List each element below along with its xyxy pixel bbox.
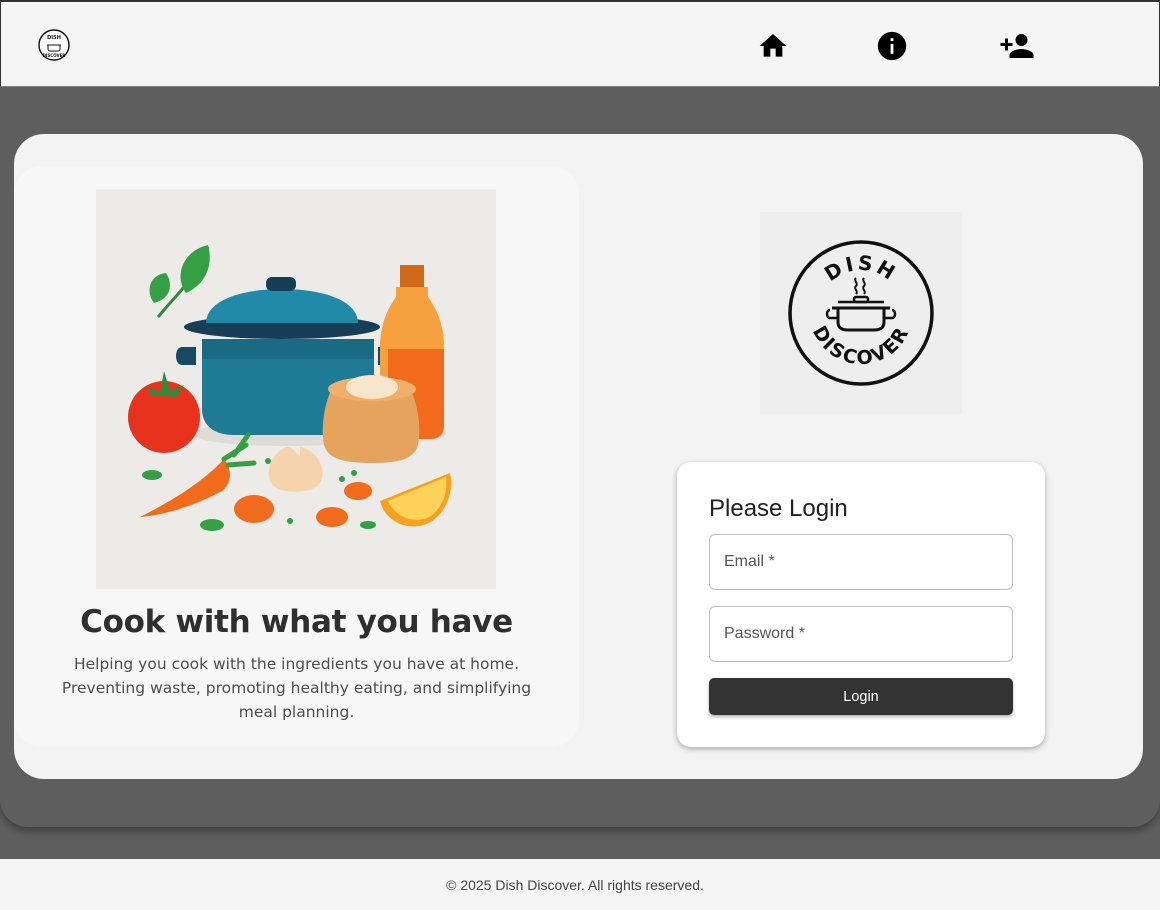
login-button[interactable]: Login [709, 678, 1013, 715]
email-input[interactable] [710, 535, 1012, 589]
hero-description: Helping you cook with the ingredients yo… [61, 655, 532, 721]
svg-text:DISH: DISH [820, 250, 902, 285]
top-navbar: DISH DISCOVER [0, 0, 1160, 87]
logo-top-text: DISH [820, 250, 899, 285]
svg-text:DISCOVER: DISCOVER [43, 53, 66, 58]
info-icon [877, 31, 907, 61]
login-form: Please Login Email * Password * Login [677, 462, 1045, 747]
nav-about-button[interactable] [872, 26, 912, 66]
footer: © 2025 Dish Discover. All rights reserve… [0, 859, 1160, 910]
nav-home-button[interactable] [753, 26, 793, 66]
cooking-illustration [96, 189, 496, 589]
dish-discover-logo: DISH DISCOVER [760, 212, 962, 414]
dish-discover-logo-icon: DISH DISCOVER [38, 29, 70, 61]
logo-emblem-icon: DISH DISCOVER [788, 240, 934, 386]
login-title: Please Login [709, 495, 848, 522]
nav-register-button[interactable] [997, 26, 1037, 66]
footer-copyright: © 2025 Dish Discover. All rights reserve… [446, 876, 704, 893]
hero-title: Cook with what you have [80, 604, 513, 640]
password-input[interactable] [710, 607, 1012, 661]
person-add-icon [1000, 34, 1034, 58]
password-field[interactable]: Password * [709, 606, 1013, 662]
home-icon [759, 34, 787, 57]
svg-text:DISH: DISH [47, 35, 61, 41]
brand-logo-link[interactable]: DISH DISCOVER [35, 26, 73, 64]
email-field[interactable]: Email * [709, 534, 1013, 590]
